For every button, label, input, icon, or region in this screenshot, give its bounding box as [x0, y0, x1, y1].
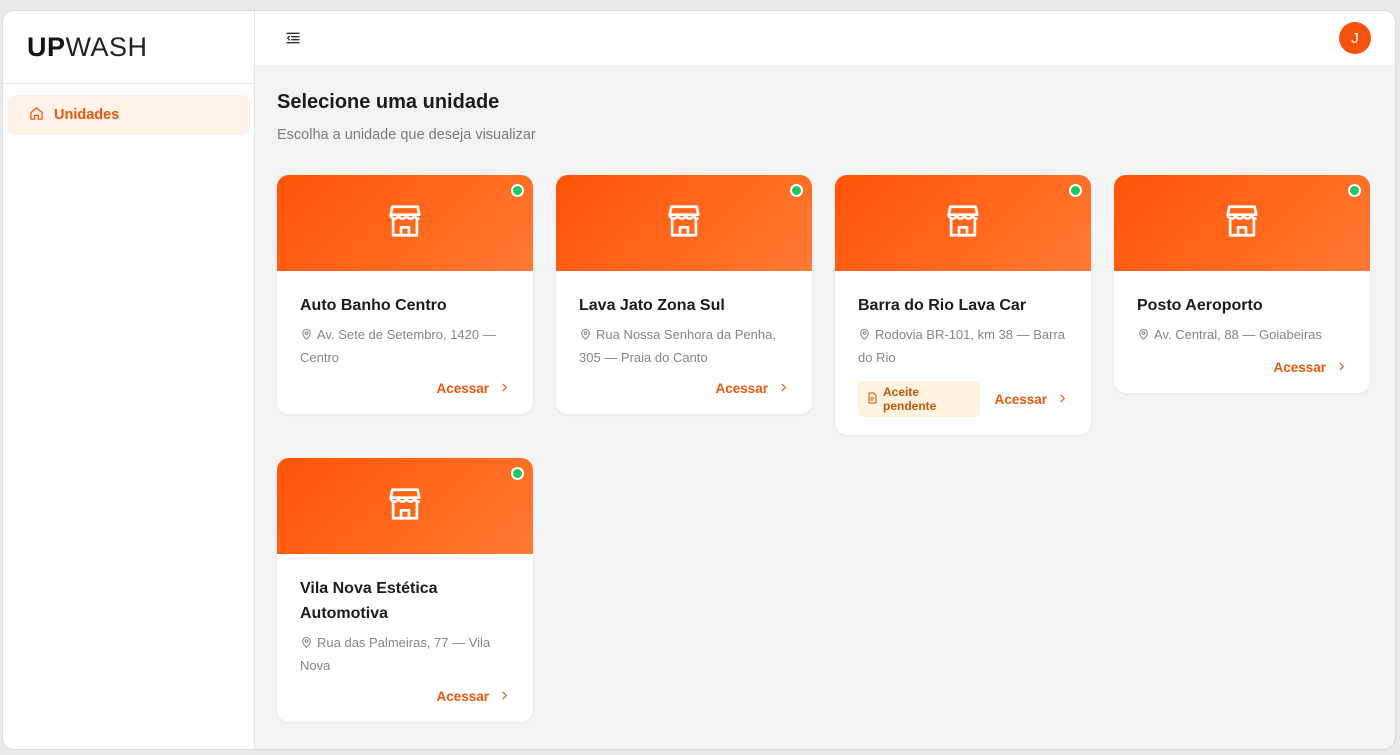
units-grid: Auto Banho Centro Av. Sete de Setembro, …	[277, 175, 1373, 722]
unit-card[interactable]: Posto Aeroporto Av. Central, 88 — Goiabe…	[1114, 175, 1370, 393]
unit-address: Av. Central, 88 — Goiabeiras	[1154, 327, 1322, 342]
card-banner	[277, 175, 533, 271]
status-online-dot	[511, 467, 524, 480]
card-banner	[277, 458, 533, 554]
map-pin-icon	[300, 634, 313, 655]
store-icon	[386, 202, 424, 245]
unit-address-line: Rodovia BR-101, km 38 — Barra do Rio	[858, 324, 1068, 368]
unit-name: Barra do Rio Lava Car	[858, 297, 1027, 314]
card-body: Posto Aeroporto Av. Central, 88 — Goiabe…	[1114, 271, 1370, 393]
main-area: J Selecione uma unidade Escolha a unidad…	[255, 11, 1395, 749]
unit-address-line: Rua das Palmeiras, 77 — Vila Nova	[300, 632, 510, 676]
card-banner	[835, 175, 1091, 271]
card-footer: Acessar	[579, 381, 789, 396]
status-online-dot	[790, 184, 803, 197]
card-body: Lava Jato Zona Sul Rua Nossa Senhora da …	[556, 271, 812, 414]
unit-address: Rua das Palmeiras, 77 — Vila Nova	[300, 635, 491, 673]
unit-address: Rodovia BR-101, km 38 — Barra do Rio	[858, 327, 1066, 365]
unit-address: Av. Sete de Setembro, 1420 — Centro	[300, 327, 496, 365]
access-button[interactable]: Acessar	[994, 392, 1068, 407]
access-label: Acessar	[436, 381, 489, 396]
unit-address-line: Rua Nossa Senhora da Penha, 305 — Praia …	[579, 324, 789, 368]
access-label: Acessar	[994, 391, 1047, 407]
sidebar-item-unidades[interactable]: Unidades	[7, 95, 250, 135]
status-online-dot	[511, 184, 524, 197]
chevron-right-icon	[499, 381, 510, 396]
access-button[interactable]: Acessar	[436, 381, 510, 396]
sidebar-nav: Unidades	[3, 84, 254, 146]
pending-badge: Aceite pendente	[858, 381, 981, 417]
unit-name: Posto Aeroporto	[1137, 297, 1263, 314]
map-pin-icon	[858, 326, 871, 347]
card-footer: Acessar	[300, 381, 510, 396]
card-footer: Acessar	[300, 689, 510, 704]
document-icon	[866, 392, 878, 407]
logo-bold: UP	[27, 31, 66, 62]
topbar: J	[255, 11, 1395, 65]
access-button[interactable]: Acessar	[1273, 360, 1347, 375]
unit-card[interactable]: Auto Banho Centro Av. Sete de Setembro, …	[277, 175, 533, 414]
unit-address-line: Av. Central, 88 — Goiabeiras	[1137, 324, 1347, 347]
sidebar: UP WASH Unidades	[3, 11, 255, 749]
access-label: Acessar	[1273, 360, 1326, 375]
page-title: Selecione uma unidade	[277, 91, 500, 113]
store-icon	[944, 202, 982, 245]
map-pin-icon	[1137, 326, 1150, 347]
unit-address: Rua Nossa Senhora da Penha, 305 — Praia …	[579, 327, 776, 365]
chevron-right-icon	[1336, 360, 1347, 375]
page-subtitle: Escolha a unidade que deseja visualizar	[277, 127, 536, 143]
logo: UP WASH	[3, 11, 254, 84]
app-window: UP WASH Unidades J Selecione uma unidade …	[2, 10, 1396, 750]
chevron-right-icon	[499, 689, 510, 704]
content: Selecione uma unidade Escolha a unidade …	[255, 65, 1395, 748]
chevron-right-icon	[778, 381, 789, 396]
unit-address-line: Av. Sete de Setembro, 1420 — Centro	[300, 324, 510, 368]
unit-card[interactable]: Lava Jato Zona Sul Rua Nossa Senhora da …	[556, 175, 812, 414]
card-body: Auto Banho Centro Av. Sete de Setembro, …	[277, 271, 533, 414]
access-button[interactable]: Acessar	[436, 689, 510, 704]
home-icon	[29, 106, 44, 125]
unit-name: Lava Jato Zona Sul	[579, 297, 725, 314]
map-pin-icon	[300, 326, 313, 347]
card-banner	[556, 175, 812, 271]
access-label: Acessar	[715, 381, 768, 396]
access-label: Acessar	[436, 689, 489, 704]
pending-badge-label: Aceite pendente	[883, 385, 937, 413]
store-icon	[665, 202, 703, 245]
unit-name: Auto Banho Centro	[300, 297, 447, 314]
card-footer: Acessar	[1137, 360, 1347, 375]
menu-collapse-icon[interactable]	[285, 30, 301, 46]
store-icon	[386, 485, 424, 528]
status-online-dot	[1348, 184, 1361, 197]
user-avatar[interactable]: J	[1339, 22, 1371, 54]
sidebar-item-label: Unidades	[54, 107, 120, 123]
logo-light: WASH	[65, 31, 148, 62]
store-icon	[1223, 202, 1261, 245]
card-banner	[1114, 175, 1370, 271]
access-button[interactable]: Acessar	[715, 381, 789, 396]
chevron-right-icon	[1057, 392, 1068, 407]
card-footer: Aceite pendente Acessar	[858, 381, 1068, 417]
status-online-dot	[1069, 184, 1082, 197]
unit-card[interactable]: Vila Nova Estética Automotiva Rua das Pa…	[277, 458, 533, 722]
unit-card[interactable]: Barra do Rio Lava Car Rodovia BR-101, km…	[835, 175, 1091, 435]
card-body: Vila Nova Estética Automotiva Rua das Pa…	[277, 554, 533, 722]
unit-name: Vila Nova Estética Automotiva	[300, 580, 438, 622]
map-pin-icon	[579, 326, 592, 347]
card-body: Barra do Rio Lava Car Rodovia BR-101, km…	[835, 271, 1091, 435]
